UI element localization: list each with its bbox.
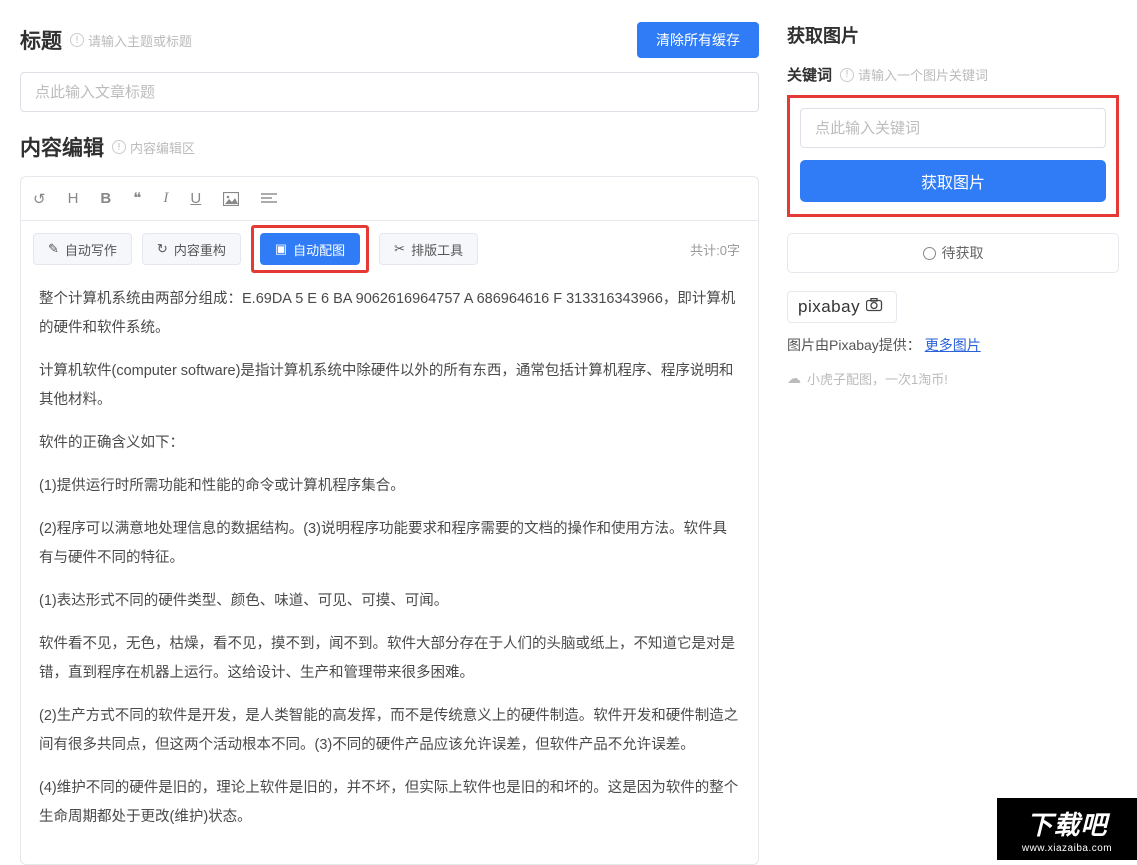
picture-icon: ▣ xyxy=(275,241,287,257)
pending-box: 待获取 xyxy=(787,233,1119,273)
action-toolbar: ✎ 自动写作 ↻ 内容重构 ▣ 自动配图 ✂ 排版工具 共计:0字 xyxy=(21,221,758,277)
pencil-icon: ✎ xyxy=(48,241,59,257)
paragraph: 软件的正确含义如下： xyxy=(39,429,740,458)
keyword-label: 关键词 xyxy=(787,64,832,85)
get-image-button[interactable]: 获取图片 xyxy=(800,160,1106,202)
italic-icon[interactable]: I xyxy=(163,190,168,207)
paragraph: (2)生产方式不同的软件是开发，是人类智能的高发挥，而不是传统意义上的硬件制造。… xyxy=(39,702,740,760)
quote-icon[interactable]: ❝ xyxy=(133,189,141,208)
get-image-title: 获取图片 xyxy=(787,22,1119,48)
article-title-input[interactable] xyxy=(20,72,759,112)
content-hint: ! 内容编辑区 xyxy=(112,138,195,157)
credit-row: 图片由Pixabay提供： 更多图片 xyxy=(787,335,1119,355)
keyword-highlight: 获取图片 xyxy=(787,95,1119,217)
auto-image-highlight: ▣ 自动配图 xyxy=(251,225,369,273)
paragraph: (1)提供运行时所需功能和性能的命令或计算机程序集合。 xyxy=(39,472,740,501)
auto-write-button[interactable]: ✎ 自动写作 xyxy=(33,233,132,265)
image-icon[interactable] xyxy=(223,192,239,206)
content-area[interactable]: 整个计算机系统由两部分组成：E.69DA 5 E 6 BA 9062616964… xyxy=(21,277,758,864)
align-icon[interactable] xyxy=(261,193,277,205)
format-tool-button[interactable]: ✂ 排版工具 xyxy=(379,233,478,265)
restructure-button[interactable]: ↻ 内容重构 xyxy=(142,233,241,265)
keyword-hint: ! 请输入一个图片关键词 xyxy=(840,65,988,84)
paragraph: (2)程序可以满意地处理信息的数据结构。(3)说明程序功能要求和程序需要的文档的… xyxy=(39,515,740,573)
auto-image-button[interactable]: ▣ 自动配图 xyxy=(260,233,360,265)
keyword-input[interactable] xyxy=(800,108,1106,148)
paragraph: (1)表达形式不同的硬件类型、颜色、味道、可见、可摸、可闻。 xyxy=(39,587,740,616)
info-icon: ! xyxy=(70,33,84,47)
info-icon: ! xyxy=(112,140,126,154)
editor-box: ↺ H B ❝ I U ✎ 自动写作 ↻ 内容重构 ▣ xyxy=(20,176,759,865)
tip-row: ☁ 小虎子配图，一次1淘币! xyxy=(787,369,1119,388)
title-hint: ! 请输入主题或标题 xyxy=(70,31,192,50)
paragraph: (4)维护不同的硬件是旧的，理论上软件是旧的，并不坏，但实际上软件也是旧的和坏的… xyxy=(39,774,740,832)
camera-icon xyxy=(866,298,886,316)
heading-icon[interactable]: H xyxy=(68,190,79,207)
paragraph: 软件看不见，无色，枯燥，看不见，摸不到，闻不到。软件大部分存在于人们的头脑或纸上… xyxy=(39,630,740,688)
more-images-link[interactable]: 更多图片 xyxy=(925,337,981,353)
watermark: 下载吧 www.xiazaiba.com xyxy=(997,798,1137,860)
content-header: 内容编辑 ! 内容编辑区 xyxy=(20,132,759,162)
undo-icon[interactable]: ↺ xyxy=(33,190,46,208)
keyword-header: 关键词 ! 请输入一个图片关键词 xyxy=(787,64,1119,85)
title-header: 标题 ! 请输入主题或标题 清除所有缓存 xyxy=(20,22,759,58)
content-label: 内容编辑 xyxy=(20,132,104,162)
info-icon: ! xyxy=(840,68,854,82)
circle-icon xyxy=(923,247,936,260)
pixabay-badge: pixabay xyxy=(787,291,897,323)
refresh-icon: ↻ xyxy=(157,241,168,257)
underline-icon[interactable]: U xyxy=(190,190,201,207)
clear-cache-button[interactable]: 清除所有缓存 xyxy=(637,22,759,58)
tool-icon: ✂ xyxy=(394,241,405,257)
word-count: 共计:0字 xyxy=(690,240,740,259)
format-toolbar: ↺ H B ❝ I U xyxy=(21,177,758,221)
bold-icon[interactable]: B xyxy=(100,190,111,207)
cloud-icon: ☁ xyxy=(787,370,801,387)
title-label: 标题 xyxy=(20,25,62,55)
paragraph: 计算机软件(computer software)是指计算机系统中除硬件以外的所有… xyxy=(39,357,740,415)
paragraph: 整个计算机系统由两部分组成：E.69DA 5 E 6 BA 9062616964… xyxy=(39,285,740,343)
